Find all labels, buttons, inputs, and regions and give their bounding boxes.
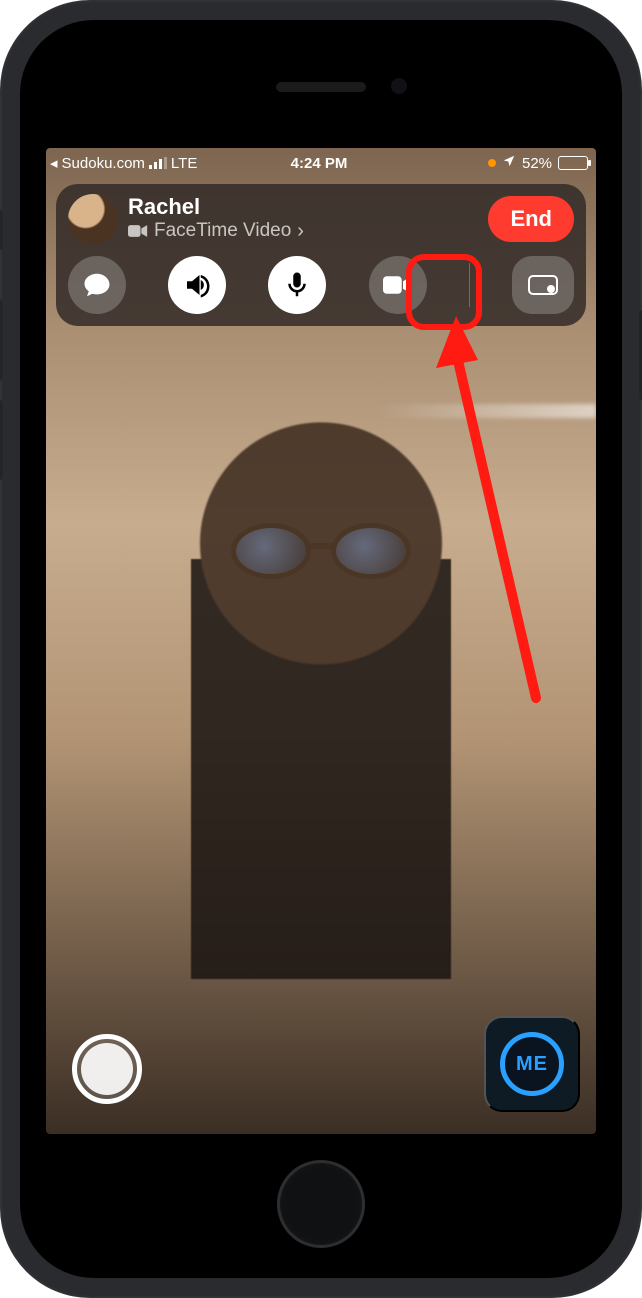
memoji-badge: ME [500,1032,564,1096]
screen-share-button[interactable] [512,256,574,314]
microphone-icon [282,270,312,300]
volume-up-button [0,300,3,380]
capture-photo-button[interactable] [72,1034,142,1104]
call-type-label: FaceTime Video [154,220,291,242]
caller-info[interactable]: Rachel FaceTime Video › [128,195,478,242]
remote-video-feed-detail [231,523,411,579]
network-label: LTE [171,155,197,172]
end-call-button[interactable]: End [488,196,574,242]
speaker-icon [182,270,212,300]
caller-name: Rachel [128,195,478,218]
control-divider [469,263,470,307]
caller-avatar[interactable] [68,194,118,244]
volume-down-button [0,400,3,480]
cellular-signal-icon [149,157,167,169]
messages-icon [82,270,112,300]
mute-switch [0,210,3,250]
screen-share-icon [528,270,558,300]
clock: 4:24 PM [291,155,348,172]
earpiece-speaker [276,82,366,92]
screen-bezel: ◂ Sudoku.com LTE 4:24 PM 52% [20,20,622,1278]
camera-toggle-button[interactable] [369,256,427,314]
call-type-row: FaceTime Video › [128,220,478,243]
iphone-device-frame: ◂ Sudoku.com LTE 4:24 PM 52% [0,0,642,1298]
remote-video-feed [141,385,501,1105]
back-to-app-caret-icon[interactable]: ◂ [50,154,58,172]
back-to-app-label[interactable]: Sudoku.com [62,155,145,172]
video-camera-icon [128,224,148,238]
speaker-button[interactable] [168,256,226,314]
battery-icon [558,156,588,170]
video-camera-icon [383,270,413,300]
front-camera [391,78,407,94]
mute-button[interactable] [268,256,326,314]
call-controls-panel: Rachel FaceTime Video › End [56,184,586,326]
messages-button[interactable] [68,256,126,314]
location-services-icon [502,154,516,172]
memoji-label: ME [516,1053,548,1076]
status-bar: ◂ Sudoku.com LTE 4:24 PM 52% [46,148,596,176]
self-view-tile[interactable]: ME [484,1016,580,1112]
battery-percent: 52% [522,155,552,172]
home-button[interactable] [277,1160,365,1248]
screen: ◂ Sudoku.com LTE 4:24 PM 52% [46,148,596,1134]
mic-in-use-indicator-icon [488,159,496,167]
shutter-inner-icon [81,1043,133,1095]
chevron-right-icon: › [297,220,304,243]
